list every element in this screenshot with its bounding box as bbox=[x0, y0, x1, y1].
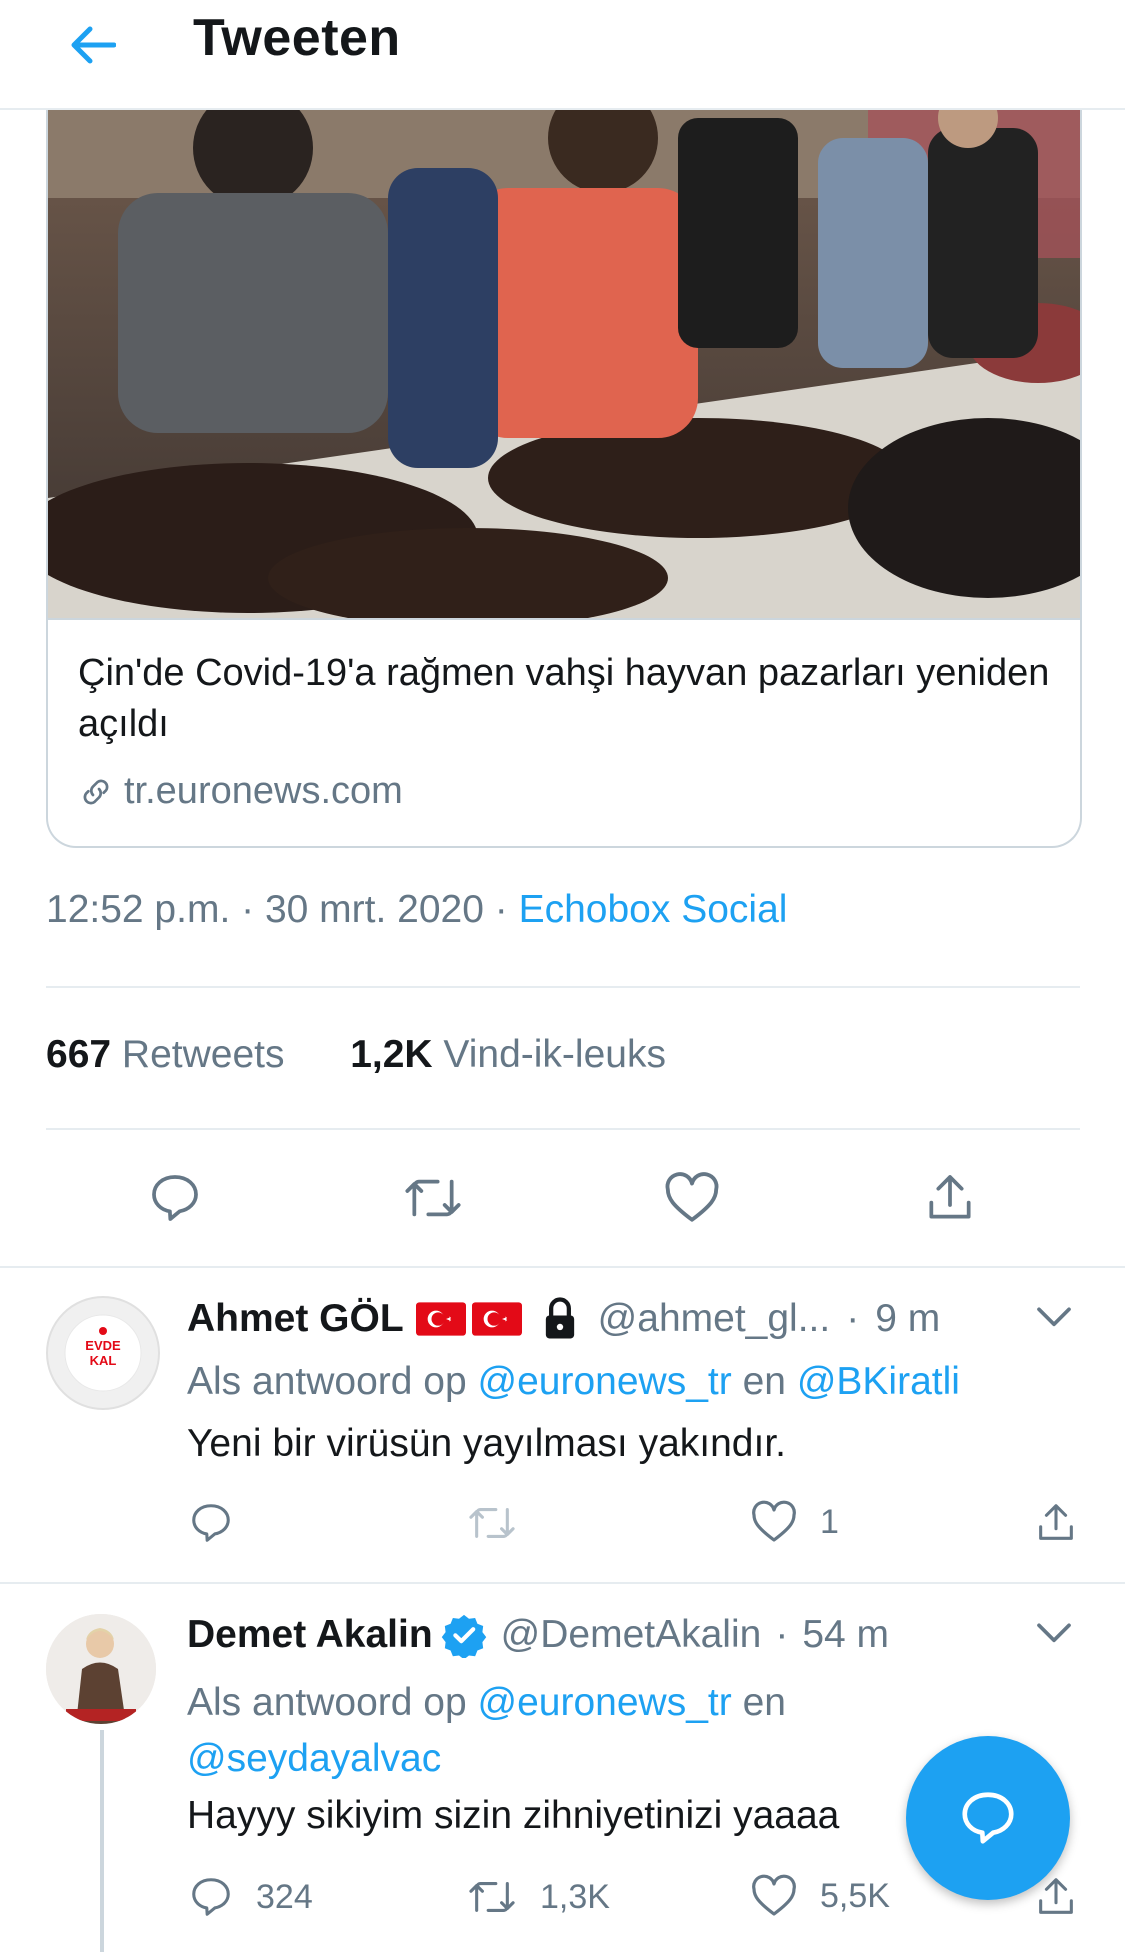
divider bbox=[0, 1582, 1125, 1584]
chevron-down-icon bbox=[1037, 1307, 1071, 1327]
reply-like-count: 1 bbox=[820, 1502, 839, 1541]
reply-context: Als antwoord op @euronews_tr en @seydaya… bbox=[187, 1681, 786, 1780]
reply-author-name[interactable]: Ahmet GÖL bbox=[187, 1297, 404, 1341]
divider bbox=[46, 986, 1080, 988]
reply-like-count: 5,5K bbox=[820, 1876, 890, 1915]
reply-retweet-button[interactable]: 1,3K bbox=[466, 1874, 610, 1920]
avatar[interactable]: EVDE KAL bbox=[46, 1296, 160, 1410]
reply-reply-count: 324 bbox=[256, 1877, 313, 1916]
likes-stat[interactable]: 1,2K Vind-ik-leuks bbox=[350, 1033, 666, 1076]
reply-text: Hayyy sikiyim sizin zihniyetinizi yaaaa bbox=[187, 1794, 840, 1837]
lock-icon bbox=[545, 1297, 574, 1339]
more-options-button[interactable] bbox=[1034, 1300, 1084, 1340]
reply-time: 54 m bbox=[802, 1613, 890, 1656]
reply-retweet-button[interactable] bbox=[466, 1500, 518, 1546]
reply-like-button[interactable]: 5,5K bbox=[750, 1874, 890, 1918]
compose-icon bbox=[962, 1792, 1014, 1844]
reply-like-button[interactable]: 1 bbox=[750, 1500, 839, 1544]
link-card[interactable]: Çin'de Covid-19'a rağmen vahşi hayvan pa… bbox=[46, 108, 1082, 848]
reply-icon bbox=[152, 1175, 198, 1221]
retweet-icon bbox=[405, 1179, 461, 1217]
thread-line bbox=[100, 1730, 104, 1952]
like-icon bbox=[752, 1874, 796, 1916]
tweet-timestamp: 12:52 p.m. · 30 mrt. 2020 · Echobox Soci… bbox=[46, 888, 788, 931]
reply-icon bbox=[192, 1878, 230, 1916]
reply-author-name[interactable]: Demet Akalin bbox=[187, 1613, 433, 1657]
reply-context: Als antwoord op @euronews_tr en @BKiratl… bbox=[187, 1360, 960, 1403]
compose-reply-button[interactable] bbox=[906, 1736, 1070, 1900]
retweet-icon bbox=[469, 1508, 515, 1538]
retweet-icon bbox=[469, 1882, 515, 1912]
like-icon bbox=[665, 1172, 719, 1222]
reply-share-button[interactable] bbox=[1033, 1500, 1079, 1546]
back-arrow-icon bbox=[71, 26, 116, 64]
reply-retweet-count: 1,3K bbox=[540, 1877, 610, 1916]
chevron-down-icon bbox=[1037, 1623, 1071, 1643]
page-title: Tweeten bbox=[193, 9, 401, 67]
reply-reply-button[interactable] bbox=[188, 1500, 234, 1546]
reply-time: 9 m bbox=[875, 1297, 941, 1340]
tweet-stats: 667 Retweets 1,2K Vind-ik-leuks bbox=[46, 1033, 666, 1077]
reply-header: Demet Akalin @DemetAkalin · 54 m bbox=[187, 1612, 889, 1658]
back-button[interactable] bbox=[52, 10, 132, 80]
tweet-source-link[interactable]: Echobox Social bbox=[519, 888, 788, 931]
share-icon bbox=[929, 1175, 971, 1219]
like-icon bbox=[752, 1500, 796, 1542]
avatar[interactable] bbox=[46, 1614, 156, 1724]
reply-button[interactable] bbox=[135, 1158, 215, 1238]
more-options-button[interactable] bbox=[1034, 1616, 1084, 1656]
reply-handle: @ahmet_gl... bbox=[597, 1297, 831, 1340]
card-image bbox=[48, 108, 1080, 620]
mention-link[interactable]: @euronews_tr bbox=[478, 1681, 732, 1724]
svg-text:KAL: KAL bbox=[90, 1353, 117, 1368]
retweet-button[interactable] bbox=[393, 1158, 473, 1238]
reply-handle: @DemetAkalin bbox=[500, 1613, 762, 1656]
tweet-time: 12:52 p.m. bbox=[46, 888, 231, 931]
top-bar: Tweeten bbox=[0, 0, 1125, 110]
link-icon bbox=[83, 779, 109, 804]
turkish-flag-icon bbox=[471, 1302, 522, 1336]
card-domain-text: tr.euronews.com bbox=[124, 770, 403, 812]
reply-icon bbox=[192, 1504, 230, 1542]
like-button[interactable] bbox=[652, 1158, 732, 1238]
retweets-stat[interactable]: 667 Retweets bbox=[46, 1033, 285, 1076]
divider bbox=[0, 1266, 1125, 1268]
share-button[interactable] bbox=[910, 1158, 990, 1238]
verified-icon bbox=[441, 1614, 486, 1658]
divider bbox=[46, 1128, 1080, 1130]
turkish-flag-icon bbox=[415, 1302, 466, 1336]
mention-link[interactable]: @euronews_tr bbox=[478, 1360, 732, 1403]
reply-text: Yeni bir virüsün yayılması yakındır. bbox=[187, 1422, 786, 1465]
mention-link[interactable]: @seydayalvac bbox=[187, 1737, 441, 1780]
svg-text:EVDE: EVDE bbox=[85, 1338, 121, 1353]
card-title: Çin'de Covid-19'a rağmen vahşi hayvan pa… bbox=[78, 652, 1050, 745]
mention-link[interactable]: @BKiratli bbox=[797, 1360, 960, 1403]
reply-header: Ahmet GÖL @ahmet_gl... · 9 m bbox=[187, 1297, 941, 1341]
card-domain: tr.euronews.com bbox=[78, 770, 403, 813]
tweet-date: 30 mrt. 2020 bbox=[264, 888, 484, 931]
share-icon bbox=[1039, 1504, 1073, 1540]
reply-reply-button[interactable]: 324 bbox=[188, 1874, 313, 1920]
